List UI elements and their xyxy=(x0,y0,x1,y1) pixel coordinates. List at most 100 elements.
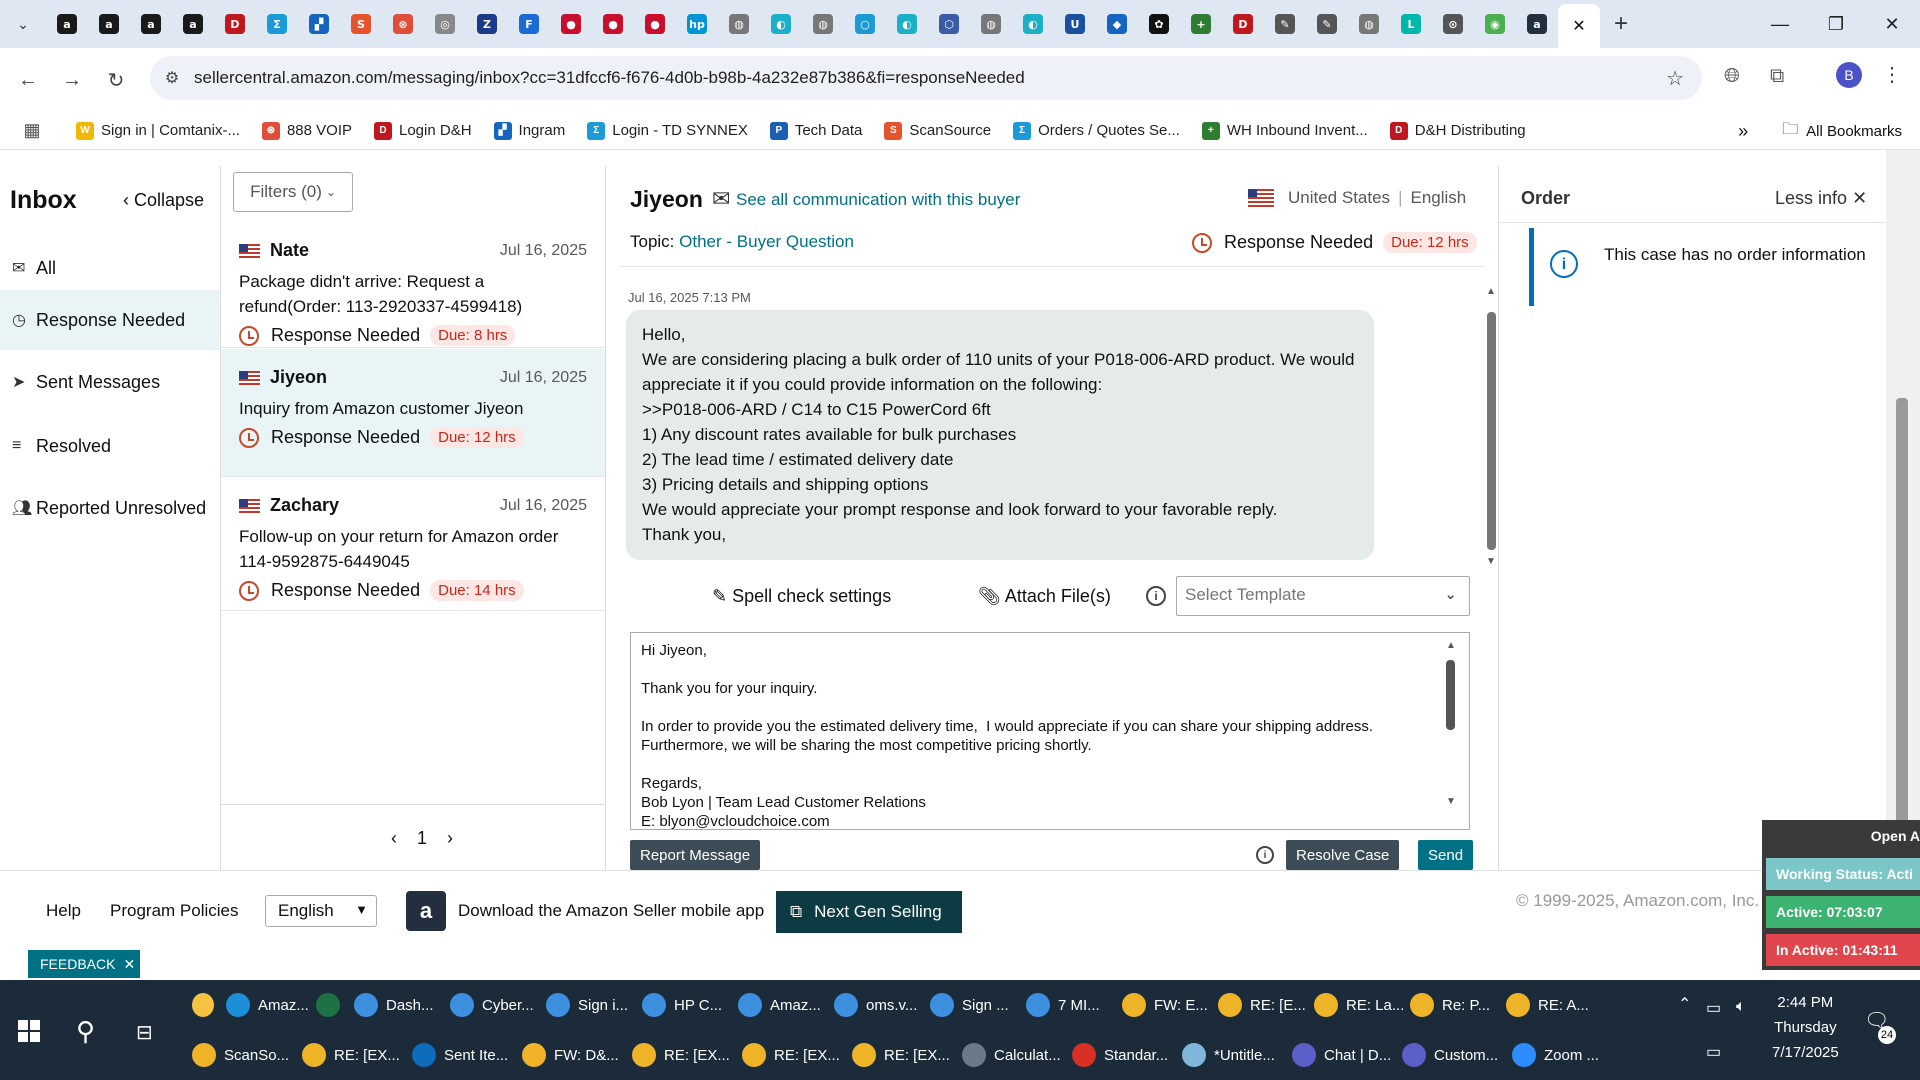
taskbar-item[interactable]: RE: [E... xyxy=(1218,982,1310,1028)
taskbar-item[interactable]: FW: D&... xyxy=(522,1032,628,1078)
topic-subcategory-link[interactable]: Buyer Question xyxy=(737,232,854,251)
see-all-communication-link[interactable]: See all communication with this buyer xyxy=(736,190,1020,210)
pinned-tab[interactable]: + xyxy=(1180,6,1222,42)
minimize-icon[interactable]: — xyxy=(1752,0,1808,48)
extensions-icon[interactable]: ⧉ xyxy=(1770,65,1784,88)
active-tab[interactable]: ✕ xyxy=(1558,4,1600,48)
site-settings-icon[interactable]: ⚙ xyxy=(150,68,194,88)
taskbar-item[interactable]: RE: [EX... xyxy=(852,1032,958,1078)
scroll-thumb[interactable] xyxy=(1896,398,1908,838)
taskbar-item[interactable]: Custom... xyxy=(1402,1032,1508,1078)
tab-search-dropdown[interactable]: ⌄ xyxy=(0,0,46,48)
pinned-tab[interactable]: ◎ xyxy=(424,6,466,42)
pinned-tab[interactable]: ◐ xyxy=(760,6,802,42)
close-icon[interactable]: ✕ xyxy=(123,956,135,973)
attach-files-button[interactable]: 📎︎ Attach File(s) xyxy=(978,586,1111,607)
page-scrollbar[interactable] xyxy=(1886,150,1920,870)
pinned-tab[interactable]: ◍ xyxy=(970,6,1012,42)
program-policies-link[interactable]: Program Policies xyxy=(110,901,239,921)
conversation-item-zachary[interactable]: Zachary Jul 16, 2025 Follow-up on your re… xyxy=(221,477,605,611)
address-bar[interactable]: ⚙ sellercentral.amazon.com/messaging/inb… xyxy=(150,56,1702,100)
taskbar-item[interactable] xyxy=(192,982,222,1028)
forward-icon[interactable]: → xyxy=(50,60,94,100)
taskbar-item[interactable]: RE: [EX... xyxy=(742,1032,848,1078)
nav-item-reported-unresolved[interactable]: 👥︎ Reported Unresolved xyxy=(0,478,220,538)
pinned-tab[interactable]: a xyxy=(88,6,130,42)
bookmark-item[interactable]: + WH Inbound Invent... xyxy=(1201,121,1368,140)
pinned-tab[interactable]: ◐ xyxy=(886,6,928,42)
browser-menu-icon[interactable]: ⋮ xyxy=(1882,62,1902,87)
report-message-button[interactable]: Report Message xyxy=(630,840,761,870)
taskbar-item[interactable]: Standar... xyxy=(1072,1032,1178,1078)
nav-item-sent-messages[interactable]: ➤ Sent Messages xyxy=(0,352,220,412)
taskbar-item[interactable] xyxy=(316,982,350,1028)
scroll-down-icon[interactable]: ▼ xyxy=(1446,796,1456,807)
close-window-icon[interactable]: ✕ xyxy=(1864,0,1920,48)
pinned-tab[interactable]: ◍ xyxy=(1348,6,1390,42)
pinned-tab[interactable]: a xyxy=(172,6,214,42)
conversation-item-jiyeon[interactable]: Jiyeon Jul 16, 2025 Inquiry from Amazon c… xyxy=(221,349,605,477)
pinned-tab[interactable]: ⊛ xyxy=(382,6,424,42)
bookmark-item[interactable]: ⊛ 888 VOIP xyxy=(261,121,352,140)
next-gen-selling-button[interactable]: ⧉ Next Gen Selling xyxy=(776,891,962,933)
pinned-tab[interactable]: hp xyxy=(676,6,718,42)
open-widget-button[interactable]: Open A xyxy=(1871,828,1920,844)
pinned-tab[interactable]: L xyxy=(1390,6,1432,42)
bookmark-item[interactable]: Σ Orders / Quotes Se... xyxy=(1013,121,1180,140)
pinned-tab[interactable]: ● xyxy=(634,6,676,42)
language-select[interactable]: English ▼ xyxy=(265,895,377,927)
pinned-tab[interactable]: a xyxy=(1516,6,1558,42)
bookmark-item[interactable]: W Sign in | Comtanix-... xyxy=(76,121,240,140)
pinned-tab[interactable]: ◐ xyxy=(1012,6,1054,42)
pinned-tab[interactable]: ● xyxy=(550,6,592,42)
taskbar-item[interactable]: RE: A... xyxy=(1506,982,1598,1028)
reply-textarea[interactable]: Hi Jiyeon, Thank you for your inquiry. In … xyxy=(630,632,1470,830)
pinned-tab[interactable]: ◍ xyxy=(718,6,760,42)
taskbar-item[interactable]: *Untitle... xyxy=(1182,1032,1288,1078)
pinned-tab[interactable]: ◆ xyxy=(1096,6,1138,42)
collapse-button[interactable]: ‹ Collapse xyxy=(123,190,204,211)
taskbar-item[interactable]: RE: [EX... xyxy=(632,1032,738,1078)
profile-avatar[interactable]: B xyxy=(1836,62,1862,88)
taskbar-item[interactable]: RE: [EX... xyxy=(302,1032,408,1078)
search-icon[interactable]: ⚲ xyxy=(76,1016,95,1047)
next-page-icon[interactable]: › xyxy=(447,828,453,849)
scroll-down-icon[interactable]: ▼ xyxy=(1486,556,1496,567)
notifications-icon[interactable]: 🗨︎ 24 xyxy=(1864,1008,1896,1044)
bookmark-item[interactable]: S ScanSource xyxy=(884,121,991,140)
windows-start-icon[interactable] xyxy=(18,1020,40,1042)
apps-grid-icon[interactable]: ▦ xyxy=(16,112,48,150)
taskbar-item[interactable]: oms.v... xyxy=(834,982,926,1028)
info-icon[interactable]: i xyxy=(1256,846,1274,864)
close-tab-icon[interactable]: ✕ xyxy=(1572,16,1585,36)
taskbar-item[interactable]: Sign i... xyxy=(546,982,638,1028)
taskbar-item[interactable]: Dash... xyxy=(354,982,446,1028)
download-app-link[interactable]: a Download the Amazon Seller mobile app xyxy=(406,891,764,931)
bookmark-star-icon[interactable]: ☆ xyxy=(1666,66,1684,91)
pinned-tab[interactable]: D xyxy=(1222,6,1264,42)
new-tab-button[interactable]: + xyxy=(1600,10,1642,38)
translate-icon[interactable]: 🌐︎ xyxy=(1724,65,1740,88)
reload-icon[interactable]: ↻ xyxy=(94,60,138,100)
pinned-tab[interactable]: Σ xyxy=(256,6,298,42)
pinned-tab[interactable]: F xyxy=(508,6,550,42)
taskbar-item[interactable]: Amaz... xyxy=(738,982,830,1028)
all-bookmarks[interactable]: All Bookmarks xyxy=(1806,123,1902,140)
volume-icon[interactable]: 🔈︎ xyxy=(1736,998,1746,1016)
task-view-icon[interactable]: ⊟ xyxy=(136,1020,153,1045)
back-icon[interactable]: ← xyxy=(6,60,50,100)
clock-tray[interactable]: 2:44 PM Thursday 7/17/2025 xyxy=(1772,990,1839,1065)
scroll-thumb[interactable] xyxy=(1487,312,1496,550)
pinned-tab[interactable]: Z xyxy=(466,6,508,42)
info-icon[interactable]: i xyxy=(1146,586,1166,606)
restore-icon[interactable]: ❐ xyxy=(1808,0,1864,48)
send-button[interactable]: Send xyxy=(1418,840,1474,870)
taskbar-item[interactable]: Sign ... xyxy=(930,982,1022,1028)
taskbar-item[interactable]: Zoom ... xyxy=(1512,1032,1618,1078)
feedback-button[interactable]: FEEDBACK ✕ xyxy=(28,950,140,978)
nav-item-response-needed[interactable]: ◷ Response Needed xyxy=(0,290,220,350)
bookmark-item[interactable]: D Login D&H xyxy=(374,121,472,140)
scroll-thumb[interactable] xyxy=(1446,660,1455,730)
pinned-tab[interactable]: ⬡ xyxy=(928,6,970,42)
taskbar-item[interactable]: Sent Ite... xyxy=(412,1032,518,1078)
